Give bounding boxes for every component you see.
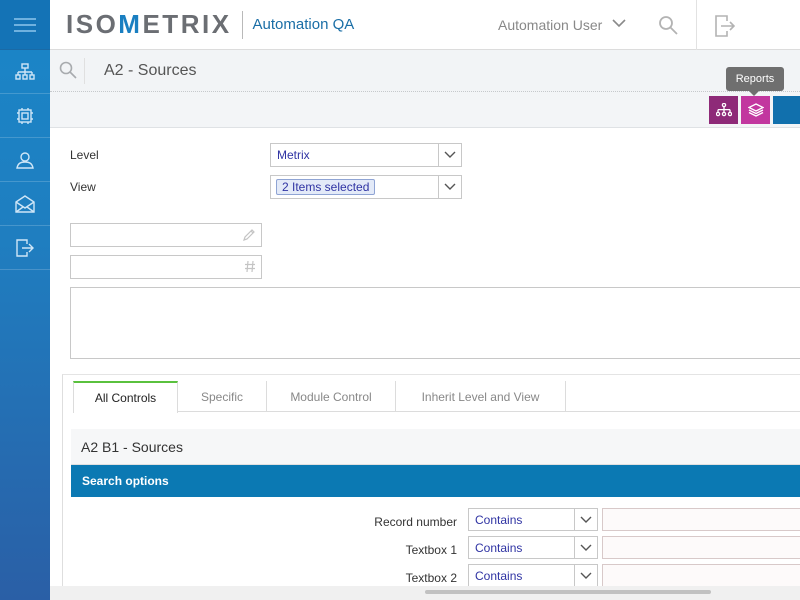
- tab-specific[interactable]: Specific: [178, 381, 267, 412]
- logo-text-etrix: ETRIX: [142, 9, 232, 39]
- criteria-label-record-number: Record number: [374, 515, 457, 529]
- operator-dropdown-toggle[interactable]: [574, 565, 597, 586]
- operator-dropdown-toggle[interactable]: [574, 537, 597, 558]
- org-chart-icon: [15, 62, 35, 80]
- criteria-label-textbox-1: Textbox 1: [405, 543, 457, 557]
- sidebar-item-logout[interactable]: [0, 226, 50, 270]
- criteria-operator-select[interactable]: Contains: [468, 508, 598, 531]
- action-bar: [50, 92, 800, 128]
- org-tree-button[interactable]: [709, 96, 738, 124]
- view-select[interactable]: 2 Items selected: [270, 175, 462, 199]
- search-options-bar[interactable]: Search options: [71, 465, 800, 497]
- isometrix-logo: ISO M ETRIX: [66, 9, 232, 40]
- chevron-down-icon: [444, 183, 456, 190]
- level-dropdown-toggle[interactable]: [438, 144, 461, 166]
- horizontal-scrollbar-thumb[interactable]: [425, 590, 711, 594]
- level-value: Metrix: [277, 148, 310, 162]
- tab-all-controls[interactable]: All Controls: [73, 381, 178, 413]
- header-divider: [696, 0, 697, 50]
- criteria-value-input[interactable]: [602, 536, 800, 559]
- chevron-down-icon: [580, 572, 592, 579]
- layers-icon: [747, 103, 764, 117]
- search-icon[interactable]: [658, 15, 678, 35]
- reports-button[interactable]: [741, 96, 770, 124]
- search-icon[interactable]: [59, 61, 77, 79]
- criteria-operator-value: Contains: [475, 513, 523, 527]
- sidebar-item-org-chart[interactable]: [0, 50, 50, 94]
- logout-icon[interactable]: [715, 15, 735, 37]
- title-divider: [84, 58, 85, 84]
- view-label: View: [70, 180, 96, 194]
- chevron-down-icon: [444, 151, 456, 158]
- org-chart-icon: [715, 103, 732, 117]
- mail-icon: [15, 194, 35, 213]
- top-header: ISO M ETRIX Automation QA: [50, 0, 800, 50]
- chevron-down-icon: [580, 516, 592, 523]
- criteria-label-textbox-2: Textbox 2: [405, 571, 457, 585]
- user-icon: [16, 151, 34, 169]
- view-dropdown-toggle[interactable]: [438, 176, 461, 198]
- module-icon: [17, 107, 33, 124]
- criteria-operator-value: Contains: [475, 569, 523, 583]
- number-field[interactable]: [70, 255, 262, 279]
- left-sidebar: [0, 0, 50, 600]
- criteria-operator-select[interactable]: Contains: [468, 564, 598, 587]
- user-menu-label[interactable]: Automation User: [498, 17, 602, 33]
- subpanel-header: A2 B1 - Sources: [71, 429, 800, 465]
- level-select[interactable]: Metrix: [270, 143, 462, 167]
- hamburger-icon: [14, 17, 36, 32]
- sidebar-item-modules[interactable]: [0, 94, 50, 138]
- tab-module-control[interactable]: Module Control: [267, 381, 396, 412]
- hash-icon: [245, 260, 255, 273]
- level-label: Level: [70, 148, 99, 162]
- logo-divider: [241, 10, 243, 39]
- criteria-value-input[interactable]: [602, 564, 800, 587]
- text-field[interactable]: [70, 223, 262, 247]
- chevron-down-icon: [580, 544, 592, 551]
- criteria-operator-value: Contains: [475, 541, 523, 555]
- search-options-label: Search options: [82, 474, 169, 488]
- selected-items-chip[interactable]: 2 Items selected: [276, 179, 376, 195]
- subpanel-title: A2 B1 - Sources: [81, 439, 183, 455]
- logo-text-m: M: [118, 9, 143, 39]
- criteria-operator-select[interactable]: Contains: [468, 536, 598, 559]
- sidebar-item-users[interactable]: [0, 138, 50, 182]
- criteria-value-input[interactable]: [602, 508, 800, 531]
- multiline-text-area[interactable]: [70, 287, 800, 359]
- chevron-down-icon[interactable]: [612, 18, 626, 28]
- tabs-underline: [178, 411, 800, 412]
- sidebar-item-mail[interactable]: [0, 182, 50, 226]
- more-actions-button[interactable]: [773, 96, 800, 124]
- operator-dropdown-toggle[interactable]: [574, 509, 597, 530]
- app-name: Automation QA: [252, 16, 355, 33]
- hamburger-menu-button[interactable]: [0, 0, 50, 50]
- logo-text-iso: ISO: [66, 9, 119, 39]
- pencil-icon: [243, 229, 255, 241]
- page-title: A2 - Sources: [104, 62, 197, 79]
- logout-icon: [16, 238, 34, 257]
- reports-tooltip: Reports: [726, 67, 784, 96]
- page-title-bar: A2 - Sources: [50, 50, 800, 92]
- tab-inherit-level-and-view[interactable]: Inherit Level and View: [396, 381, 566, 412]
